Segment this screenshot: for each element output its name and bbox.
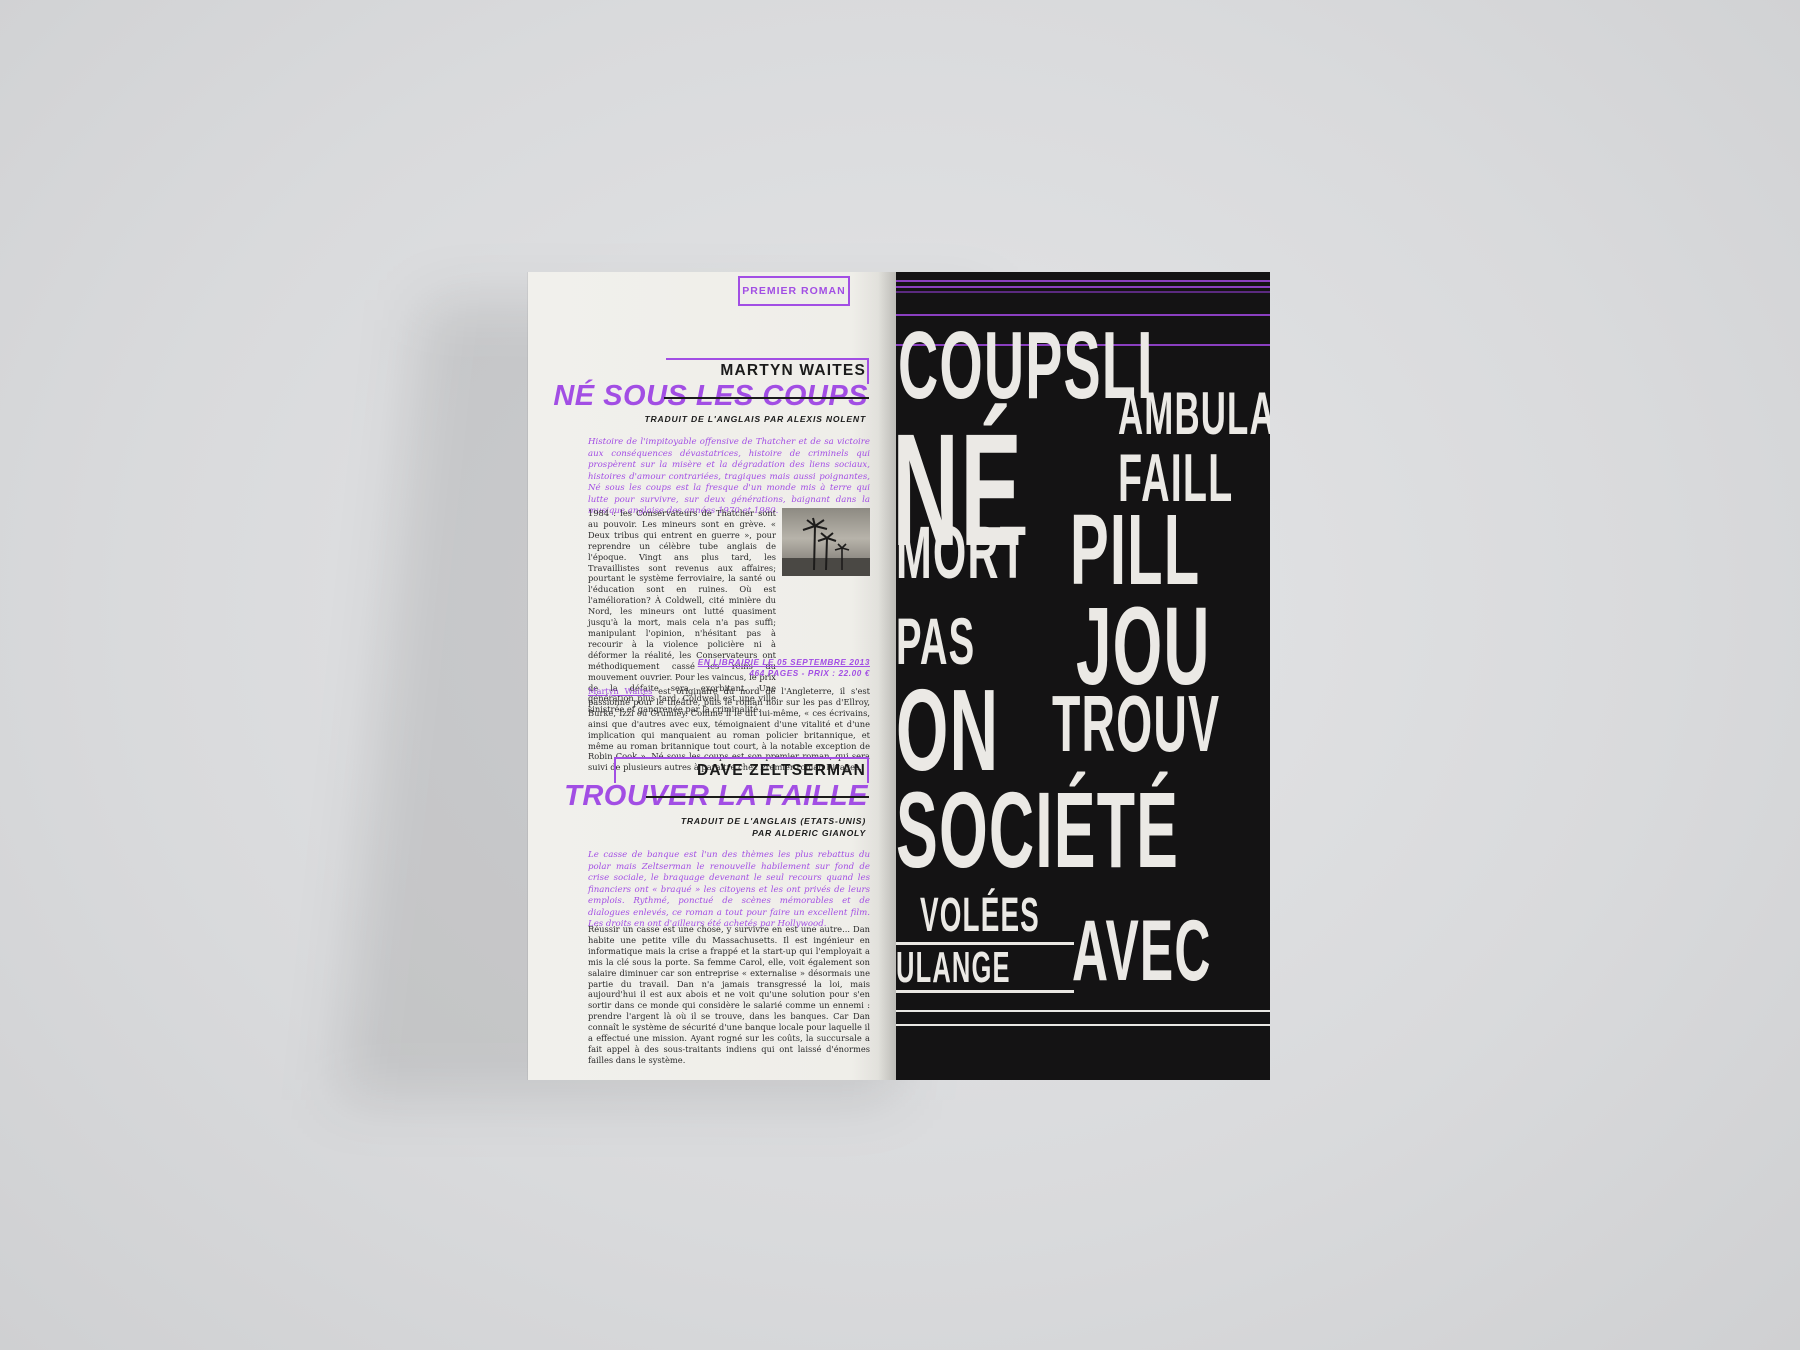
purple-stripe: [896, 286, 1270, 288]
book2-translator-1: TRADUIT DE L'ANGLAIS (ETATS-UNIS): [680, 816, 866, 826]
palm-trees-photo: [782, 508, 870, 576]
book2-body: Réussir un casse est une chose, y surviv…: [588, 924, 870, 1065]
left-page: PREMIER ROMAN MARTYN WAITES NÉ SOUS LES …: [528, 272, 900, 1080]
underline-bar: [896, 990, 1074, 993]
word-avec: AVEC: [1072, 903, 1212, 999]
word-societe: SOCIÉTÉ: [896, 769, 1180, 890]
title-strike-1: [664, 397, 869, 399]
word-volees: VOLÉES: [920, 889, 1040, 942]
book1-pages-price: 464 PAGES - PRIX : 22.00 €: [749, 669, 870, 678]
purple-stripe: [896, 280, 1270, 282]
book1-author: MARTYN WAITES: [720, 362, 866, 379]
release-date: EN LIBRAIRIE LE 05 SEPTEMBRE 2013: [697, 658, 870, 667]
book1-body: 1984 : les Conservateurs de Thatcher son…: [588, 508, 776, 715]
word-mort: MORT: [896, 511, 1027, 594]
word-ambula: AMBULA: [1118, 380, 1270, 447]
book1-lede: Histoire de l'impitoyable offensive de T…: [588, 437, 870, 516]
purple-stripe: [896, 291, 1270, 293]
author-bio-link[interactable]: Martyn Waites: [588, 686, 652, 696]
premier-roman-stamp: PREMIER ROMAN: [738, 276, 850, 306]
book1-release: EN LIBRAIRIE LE 05 SEPTEMBRE 2013: [698, 657, 870, 668]
right-page: COUPSLI NÉ AMBULA FAILL MORT PILL PAS JO…: [896, 272, 1270, 1080]
book2-author: DAVE ZELTSERMAN: [697, 762, 866, 779]
white-rule: [896, 1024, 1270, 1026]
word-trouv: TROUV: [1052, 679, 1221, 768]
white-rule: [896, 1010, 1270, 1012]
brochure: PREMIER ROMAN MARTYN WAITES NÉ SOUS LES …: [528, 272, 1270, 1080]
title-strike-2: [646, 796, 869, 798]
book2-lede: Le casse de banque est l'un des thèmes l…: [588, 850, 870, 929]
book1-translator: TRADUIT DE L'ANGLAIS PAR ALEXIS NOLENT: [644, 414, 866, 424]
book2-translator-2: PAR ALDERIC GIANOLY: [752, 828, 866, 838]
word-ulange: ULANGE: [896, 943, 1011, 992]
